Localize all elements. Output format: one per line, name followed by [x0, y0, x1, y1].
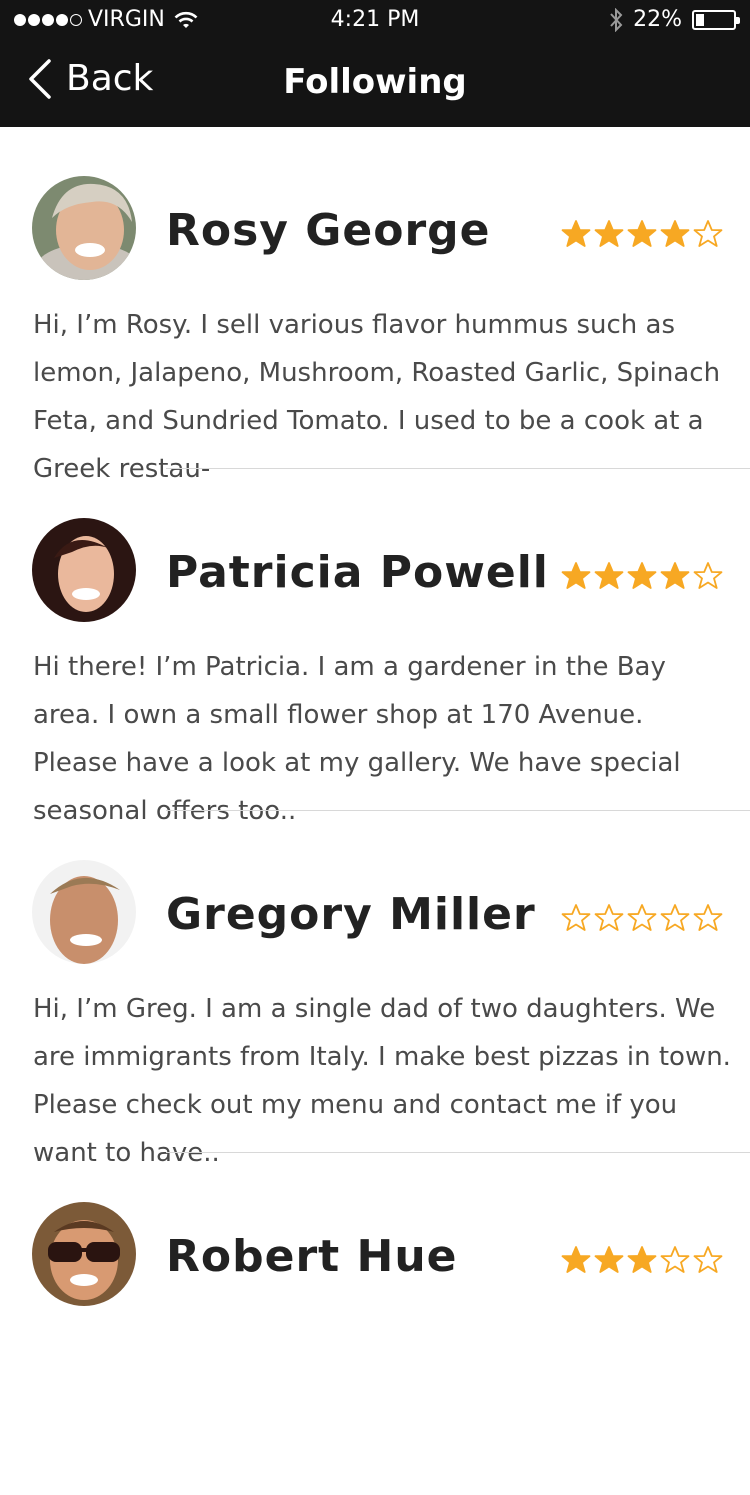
star-empty-icon: [660, 1246, 690, 1273]
avatar[interactable]: [32, 518, 136, 622]
star-filled-icon: [627, 220, 657, 247]
nav-bar: Back Following: [0, 40, 750, 127]
user-card[interactable]: Gregory Miller Hi, I’m Greg. I am a sing…: [0, 811, 750, 1168]
star-filled-icon: [594, 562, 624, 589]
star-filled-icon: [561, 220, 591, 247]
star-filled-icon: [594, 1246, 624, 1273]
user-bio: Hi, I’m Rosy. I sell various flavor humm…: [33, 310, 721, 484]
user-name[interactable]: Patricia Powell: [166, 547, 549, 598]
user-card[interactable]: Rosy George Hi, I’m Rosy. I sell various…: [0, 127, 750, 484]
status-bar: VIRGIN 4:21 PM 22%: [0, 0, 750, 40]
status-right: 22%: [609, 7, 740, 32]
star-filled-icon: [660, 220, 690, 247]
user-card[interactable]: Robert Hue: [0, 1153, 750, 1495]
star-filled-icon: [594, 220, 624, 247]
star-empty-icon: [693, 1246, 723, 1273]
star-filled-icon: [627, 562, 657, 589]
battery-percent: 22%: [633, 7, 682, 32]
user-bio: Hi, I’m Greg. I am a single dad of two d…: [33, 994, 731, 1168]
battery-icon: [692, 9, 740, 30]
star-filled-icon: [561, 1246, 591, 1273]
star-empty-icon: [561, 904, 591, 931]
star-filled-icon: [627, 1246, 657, 1273]
star-empty-icon: [594, 904, 624, 931]
star-filled-icon: [561, 562, 591, 589]
star-empty-icon: [627, 904, 657, 931]
star-empty-icon: [693, 904, 723, 931]
bluetooth-icon: [610, 7, 623, 32]
star-filled-icon: [660, 562, 690, 589]
user-card[interactable]: Patricia Powell Hi there! I’m Patricia. …: [0, 469, 750, 826]
star-empty-icon: [693, 562, 723, 589]
avatar[interactable]: [32, 1202, 136, 1306]
user-bio: Hi there! I’m Patricia. I am a gardener …: [33, 652, 681, 826]
rating-stars: [561, 561, 723, 591]
star-empty-icon: [660, 904, 690, 931]
avatar[interactable]: [32, 176, 136, 280]
page-title: Following: [283, 62, 467, 102]
user-name[interactable]: Rosy George: [166, 205, 491, 256]
following-list: Rosy George Hi, I’m Rosy. I sell various…: [0, 127, 750, 1495]
user-name[interactable]: Robert Hue: [166, 1231, 458, 1282]
star-empty-icon: [693, 220, 723, 247]
avatar[interactable]: [32, 860, 136, 964]
rating-stars: [561, 1245, 723, 1275]
top-bar: VIRGIN 4:21 PM 22% Back Following: [0, 0, 750, 127]
rating-stars: [561, 903, 723, 933]
user-name[interactable]: Gregory Miller: [166, 889, 536, 940]
rating-stars: [561, 219, 723, 249]
